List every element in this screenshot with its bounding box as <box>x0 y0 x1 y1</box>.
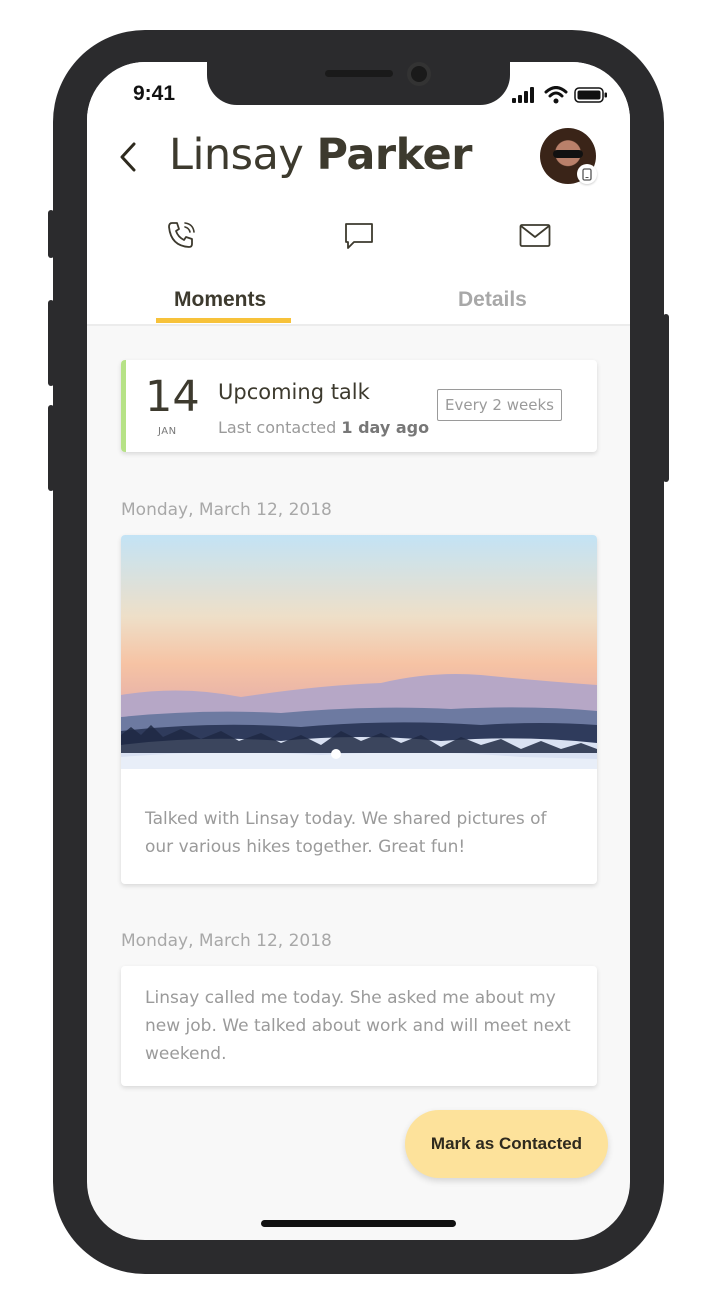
front-camera <box>407 62 431 86</box>
upcoming-month: JAN <box>158 426 177 437</box>
battery-icon <box>574 87 607 103</box>
volume-up-button <box>48 300 54 386</box>
moment-note: Linsay called me today. She asked me abo… <box>145 988 571 1064</box>
speaker <box>325 70 393 77</box>
landscape-image <box>121 674 597 769</box>
avatar[interactable] <box>540 128 597 184</box>
contact-last-name: Parker <box>316 130 473 180</box>
tab-details[interactable]: Details <box>458 288 527 312</box>
frequency-badge[interactable]: Every 2 weeks <box>437 389 562 421</box>
contact-first-name: Linsay <box>169 130 304 180</box>
device-badge <box>577 164 597 184</box>
notch <box>207 62 510 105</box>
avatar-glasses <box>553 150 583 158</box>
contact-name: Linsay Parker <box>169 130 472 180</box>
carousel-dot[interactable] <box>331 749 341 759</box>
email-button[interactable] <box>517 218 553 254</box>
call-button[interactable] <box>164 218 200 254</box>
chevron-left-icon <box>120 142 136 172</box>
home-indicator[interactable] <box>261 1220 456 1227</box>
mail-icon <box>519 224 551 247</box>
back-button[interactable] <box>113 140 143 174</box>
active-tab-indicator <box>156 318 291 323</box>
upcoming-talk-card[interactable]: 14 JAN Upcoming talk Last contacted 1 da… <box>121 360 597 452</box>
message-button[interactable] <box>341 218 377 254</box>
power-button <box>663 314 669 482</box>
header-divider <box>87 324 630 326</box>
upcoming-title: Upcoming talk <box>218 380 370 404</box>
last-contacted: Last contacted 1 day ago <box>218 418 429 437</box>
screen: 9:41 Linsay Parker Moments Details 14 JA… <box>87 62 630 1240</box>
mute-switch <box>48 210 54 258</box>
moment-note: Talked with Linsay today. We shared pict… <box>145 809 547 857</box>
tab-moments[interactable]: Moments <box>174 288 266 312</box>
signal-icon <box>512 87 534 103</box>
last-contacted-label: Last contacted <box>218 418 337 437</box>
moment-card[interactable]: Talked with Linsay today. We shared pict… <box>121 535 597 884</box>
phone-device-icon <box>582 167 592 181</box>
chat-icon <box>345 223 373 249</box>
upcoming-accent-bar <box>121 360 126 452</box>
moment-photo[interactable] <box>121 535 597 769</box>
status-icons <box>512 86 608 104</box>
status-time: 9:41 <box>133 82 176 105</box>
wifi-icon <box>544 86 568 104</box>
moment-date: Monday, March 12, 2018 <box>121 931 332 951</box>
mark-as-contacted-button[interactable]: Mark as Contacted <box>405 1110 608 1178</box>
moment-date: Monday, March 12, 2018 <box>121 500 332 520</box>
moment-card[interactable]: Linsay called me today. She asked me abo… <box>121 966 597 1086</box>
upcoming-day: 14 <box>145 372 200 422</box>
phone-call-icon <box>168 222 195 248</box>
volume-down-button <box>48 405 54 491</box>
last-contacted-value: 1 day ago <box>341 418 430 437</box>
